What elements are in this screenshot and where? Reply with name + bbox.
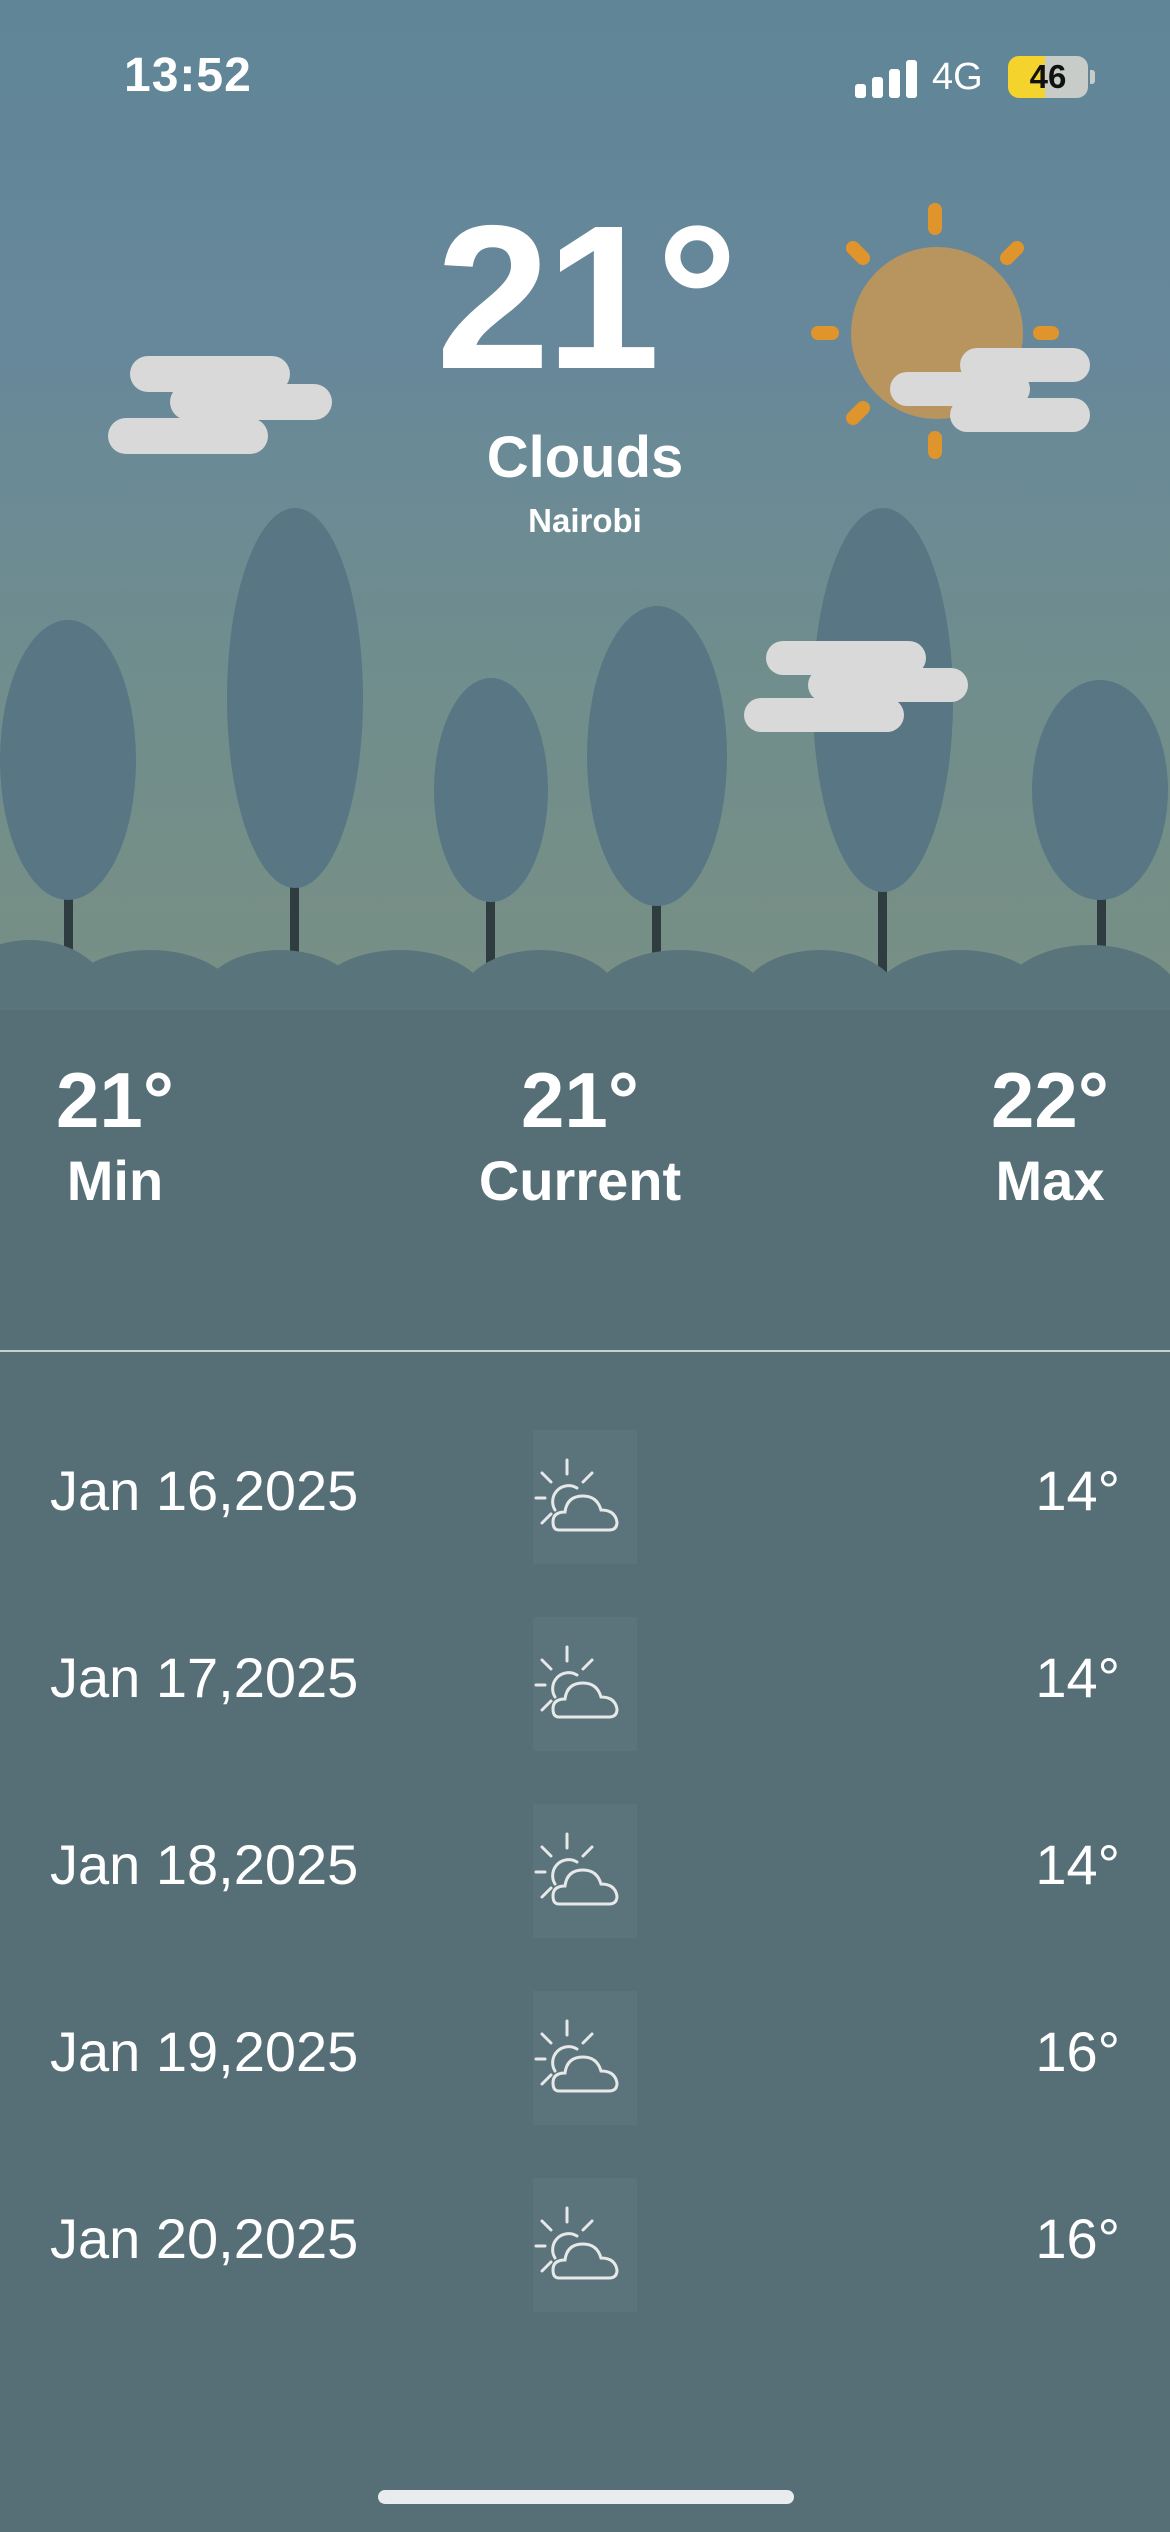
max-temperature: 22°	[991, 1056, 1109, 1144]
forecast-row[interactable]: Jan 16,2025 14°	[0, 1408, 1170, 1595]
cellular-signal-icon	[855, 60, 917, 98]
partly-cloudy-icon	[533, 1991, 637, 2125]
temperature-stats: 21° Min 21° Current 22° Max	[0, 1056, 1170, 1260]
battery-icon: 46	[1008, 56, 1088, 98]
forecast-temperature: 14°	[1035, 1459, 1120, 1522]
forecast-temperature: 16°	[1035, 2020, 1120, 2083]
weather-condition: Clouds	[486, 425, 684, 490]
network-type: 4G	[932, 56, 983, 98]
forecast-row[interactable]: Jan 17,2025 14°	[0, 1595, 1170, 1782]
hero-scene: 13:52 4G 46 21° Clouds Nairobi	[0, 0, 1170, 1010]
forecast-row[interactable]: Jan 19,2025 16°	[0, 1969, 1170, 2156]
min-label: Min	[66, 1148, 164, 1212]
battery-tip	[1090, 70, 1095, 84]
current-temperature: 21°	[435, 183, 738, 412]
forecast-date: Jan 20,2025	[50, 2207, 359, 2270]
tree-group	[0, 508, 1168, 1005]
forecast-date: Jan 17,2025	[50, 1646, 359, 1709]
battery-level: 46	[1029, 58, 1067, 95]
current-stat-temperature: 21°	[521, 1056, 639, 1144]
forecast-row[interactable]: Jan 20,2025 16°	[0, 2156, 1170, 2343]
status-time: 13:52	[124, 49, 252, 102]
bushes	[0, 940, 1170, 1010]
forecast-date: Jan 16,2025	[50, 1459, 359, 1522]
partly-cloudy-icon	[533, 1617, 637, 1751]
forecast-temperature: 16°	[1035, 2207, 1120, 2270]
partly-cloudy-icon	[533, 2178, 637, 2312]
forecast-row[interactable]: Jan 18,2025 14°	[0, 1782, 1170, 1969]
max-label: Max	[995, 1148, 1105, 1212]
divider	[0, 1350, 1170, 1352]
min-temperature: 21°	[56, 1056, 174, 1144]
home-indicator[interactable]	[378, 2490, 794, 2504]
forecast-temperature: 14°	[1035, 1833, 1120, 1896]
stat-max: 22° Max	[975, 1056, 1125, 1213]
forecast-temperature: 14°	[1035, 1646, 1120, 1709]
status-bar: 13:52 4G 46	[0, 0, 1170, 150]
stat-min: 21° Min	[45, 1056, 185, 1213]
forecast-date: Jan 18,2025	[50, 1833, 359, 1896]
current-label: Current	[478, 1148, 682, 1212]
forecast-date: Jan 19,2025	[50, 2020, 359, 2083]
stat-current: 21° Current	[460, 1056, 700, 1213]
partly-cloudy-icon	[533, 1804, 637, 1938]
city-name: Nairobi	[528, 502, 642, 539]
partly-cloudy-icon	[533, 1430, 637, 1564]
